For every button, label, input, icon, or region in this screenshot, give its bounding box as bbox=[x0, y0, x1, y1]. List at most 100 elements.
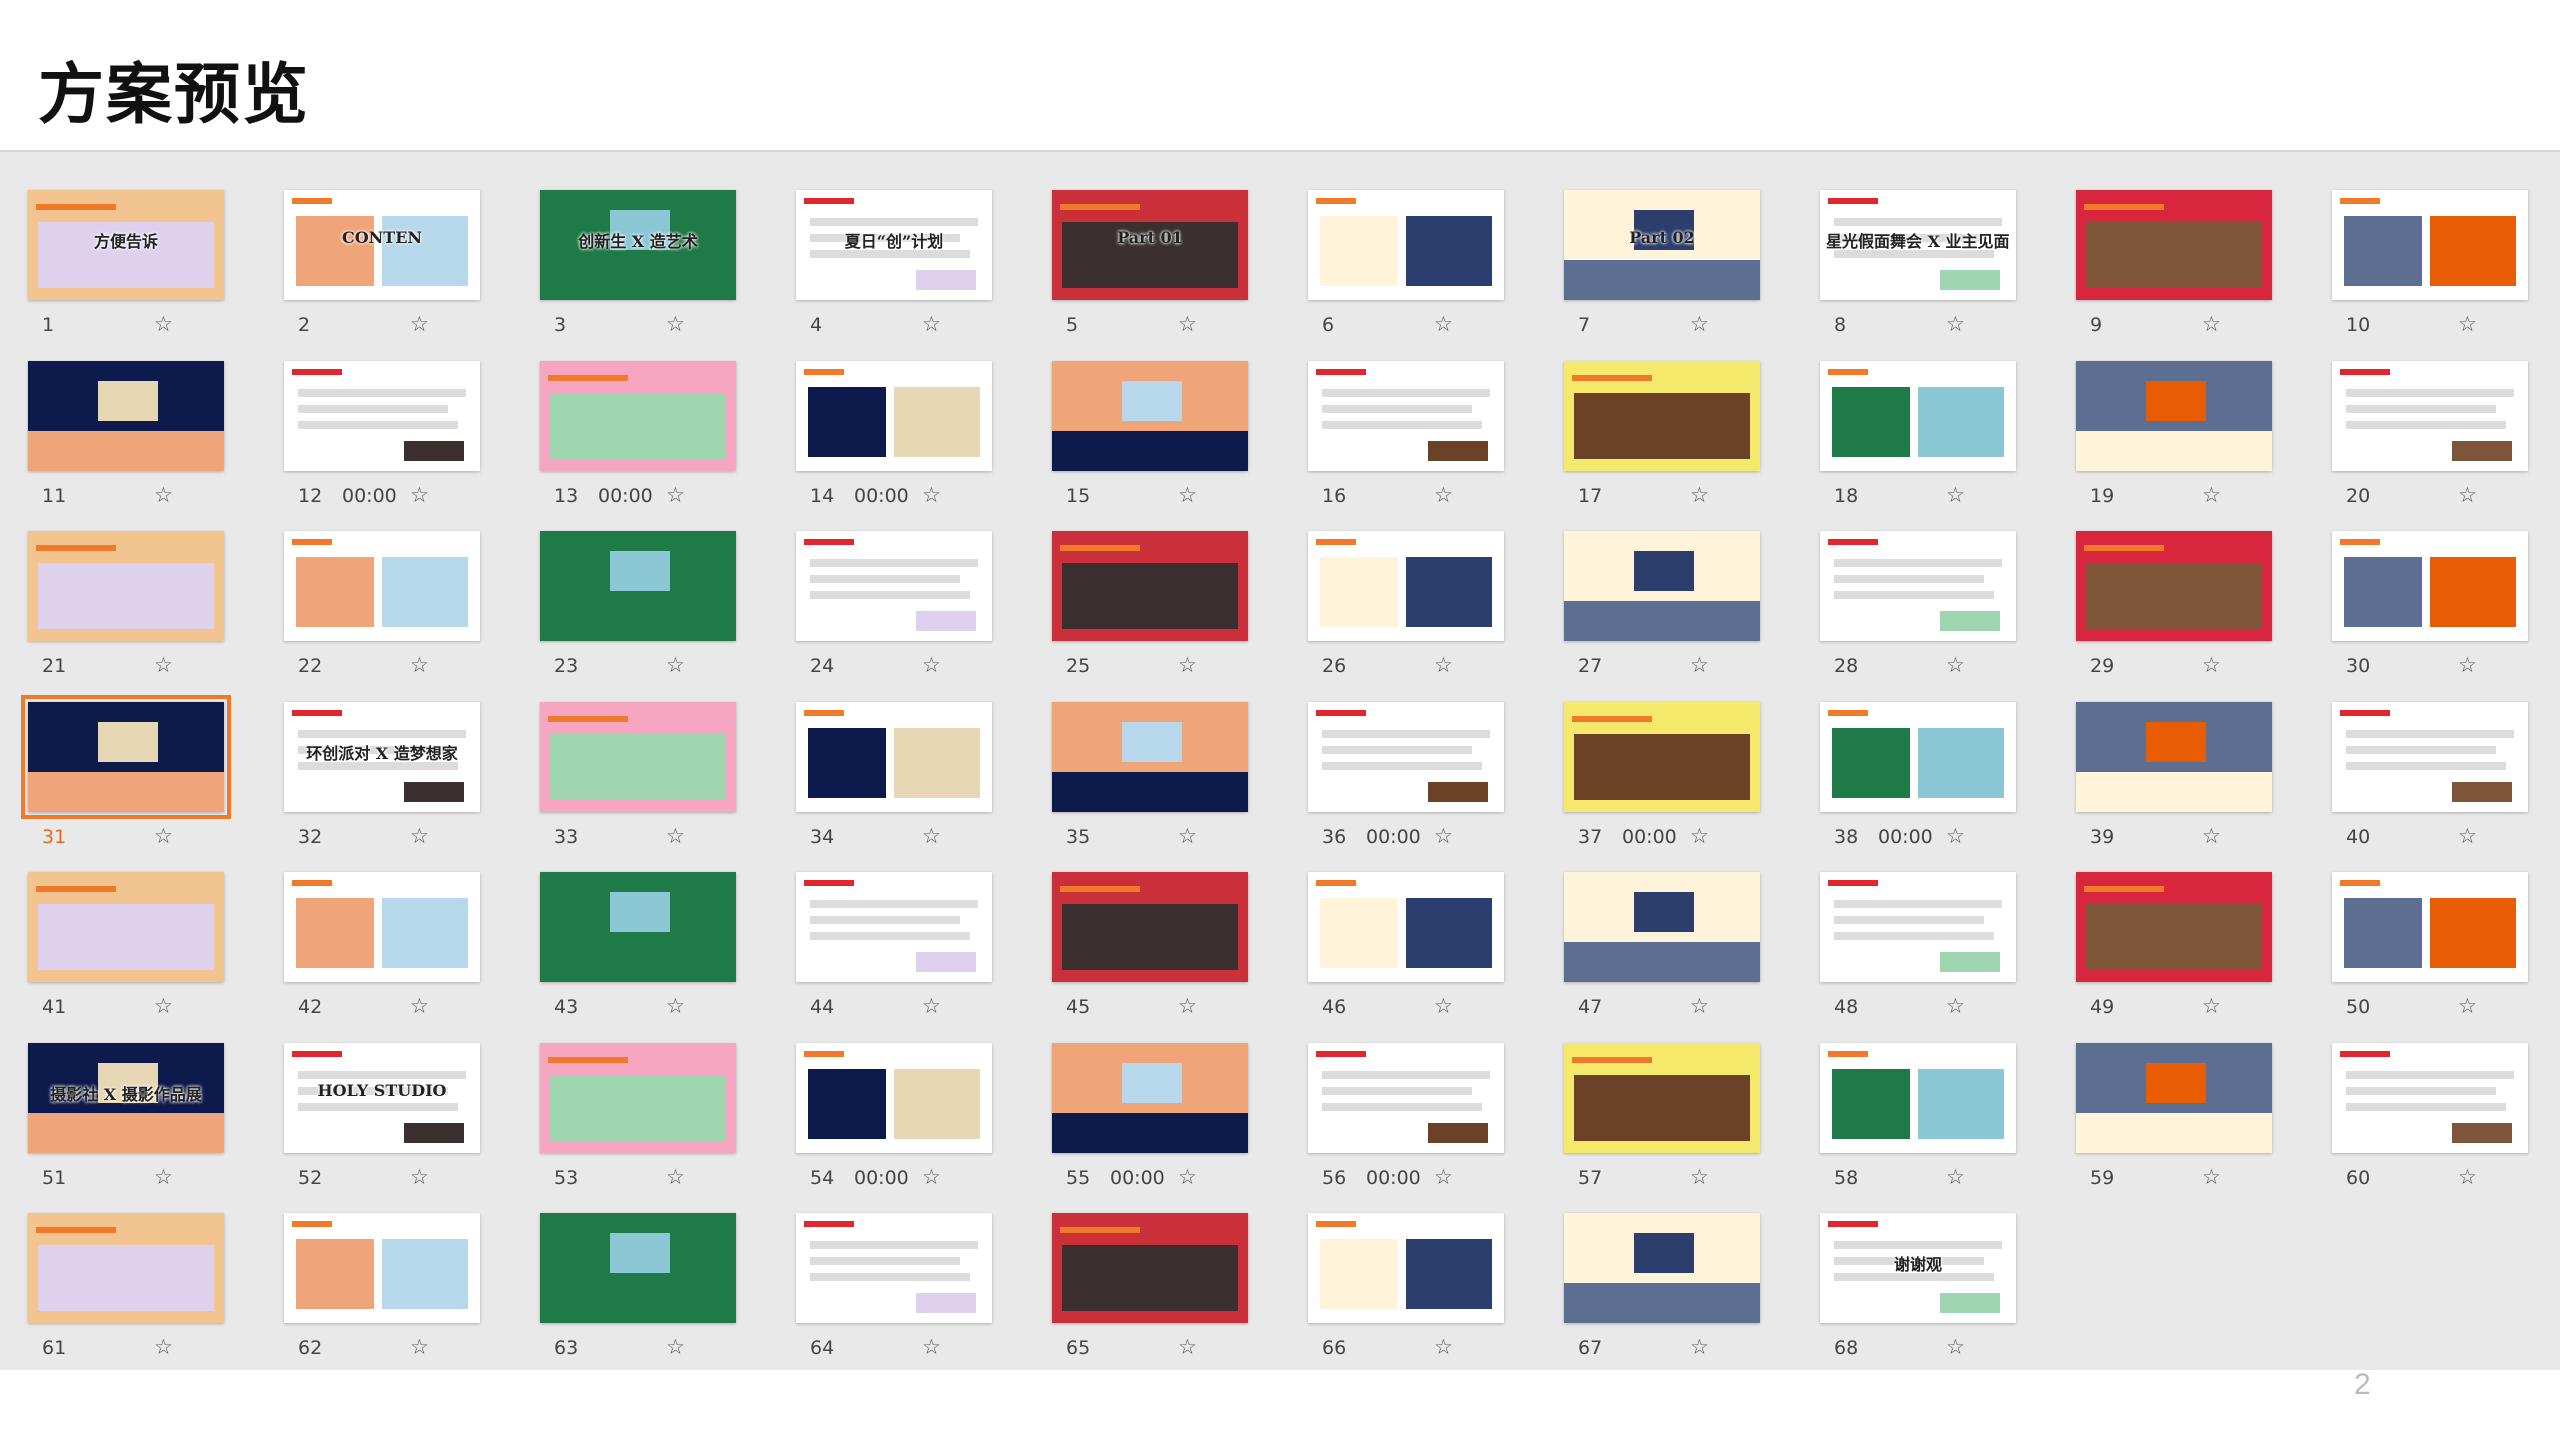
slide-preview[interactable] bbox=[2076, 190, 2272, 300]
slide-thumbnail-55[interactable]: 55 00:00 ☆ bbox=[1052, 1042, 1248, 1193]
animation-star-icon[interactable]: ☆ bbox=[2458, 994, 2477, 1018]
slide-preview[interactable] bbox=[1820, 360, 2016, 471]
slide-preview[interactable] bbox=[1564, 1042, 1760, 1153]
slide-thumbnail-52[interactable]: HOLY STUDIO 52 ☆ bbox=[284, 1042, 480, 1193]
slide-thumbnail-23[interactable]: 23 ☆ bbox=[540, 531, 736, 681]
animation-star-icon[interactable]: ☆ bbox=[1434, 824, 1453, 848]
slide-thumbnail-68[interactable]: 谢谢观 68 ☆ bbox=[1820, 1213, 2016, 1363]
slide-preview[interactable] bbox=[1308, 190, 1504, 300]
animation-star-icon[interactable]: ☆ bbox=[1434, 1335, 1453, 1359]
animation-star-icon[interactable]: ☆ bbox=[1434, 653, 1453, 677]
slide-preview[interactable] bbox=[1308, 1042, 1504, 1153]
slide-thumbnail-13[interactable]: 13 00:00 ☆ bbox=[540, 360, 736, 511]
slide-preview[interactable] bbox=[1052, 701, 1248, 812]
slide-thumbnail-34[interactable]: 34 ☆ bbox=[796, 701, 992, 852]
slide-thumbnail-60[interactable]: 60 ☆ bbox=[2332, 1042, 2528, 1193]
slide-preview[interactable] bbox=[2076, 360, 2272, 471]
slide-preview[interactable] bbox=[796, 701, 992, 812]
animation-star-icon[interactable]: ☆ bbox=[2202, 824, 2221, 848]
slide-thumbnail-29[interactable]: 29 ☆ bbox=[2076, 531, 2272, 681]
slide-thumbnail-39[interactable]: 39 ☆ bbox=[2076, 701, 2272, 852]
slide-preview[interactable] bbox=[28, 872, 224, 982]
animation-star-icon[interactable]: ☆ bbox=[922, 653, 941, 677]
animation-star-icon[interactable]: ☆ bbox=[1434, 1165, 1453, 1189]
slide-thumbnail-27[interactable]: 27 ☆ bbox=[1564, 531, 1760, 681]
slide-thumbnail-43[interactable]: 43 ☆ bbox=[540, 872, 736, 1022]
slide-thumbnail-56[interactable]: 56 00:00 ☆ bbox=[1308, 1042, 1504, 1193]
slide-thumbnail-4[interactable]: 夏日“创”计划 4 ☆ bbox=[796, 190, 992, 340]
slide-preview[interactable]: 环创派对 X 造梦想家 bbox=[284, 701, 480, 812]
animation-star-icon[interactable]: ☆ bbox=[2458, 824, 2477, 848]
slide-thumbnail-19[interactable]: 19 ☆ bbox=[2076, 360, 2272, 511]
animation-star-icon[interactable]: ☆ bbox=[1946, 312, 1965, 336]
animation-star-icon[interactable]: ☆ bbox=[1178, 312, 1197, 336]
slide-thumbnail-10[interactable]: 10 ☆ bbox=[2332, 190, 2528, 340]
slide-thumbnail-16[interactable]: 16 ☆ bbox=[1308, 360, 1504, 511]
slide-thumbnail-28[interactable]: 28 ☆ bbox=[1820, 531, 2016, 681]
animation-star-icon[interactable]: ☆ bbox=[410, 653, 429, 677]
slide-thumbnail-42[interactable]: 42 ☆ bbox=[284, 872, 480, 1022]
slide-preview[interactable] bbox=[2332, 872, 2528, 982]
slide-thumbnail-18[interactable]: 18 ☆ bbox=[1820, 360, 2016, 511]
animation-star-icon[interactable]: ☆ bbox=[154, 994, 173, 1018]
slide-thumbnail-58[interactable]: 58 ☆ bbox=[1820, 1042, 2016, 1193]
slide-preview[interactable] bbox=[540, 701, 736, 812]
slide-preview[interactable]: 摄影社 X 摄影作品展 bbox=[28, 1042, 224, 1153]
animation-star-icon[interactable]: ☆ bbox=[1690, 994, 1709, 1018]
slide-thumbnail-21[interactable]: 21 ☆ bbox=[28, 531, 224, 681]
slide-preview[interactable] bbox=[2332, 531, 2528, 641]
animation-star-icon[interactable]: ☆ bbox=[1434, 994, 1453, 1018]
animation-star-icon[interactable]: ☆ bbox=[922, 483, 941, 507]
slide-thumbnail-12[interactable]: 12 00:00 ☆ bbox=[284, 360, 480, 511]
slide-thumbnail-36[interactable]: 36 00:00 ☆ bbox=[1308, 701, 1504, 852]
animation-star-icon[interactable]: ☆ bbox=[922, 994, 941, 1018]
animation-star-icon[interactable]: ☆ bbox=[1690, 824, 1709, 848]
slide-preview[interactable]: 夏日“创”计划 bbox=[796, 190, 992, 300]
slide-preview[interactable] bbox=[540, 531, 736, 641]
slide-thumbnail-30[interactable]: 30 ☆ bbox=[2332, 531, 2528, 681]
slide-thumbnail-40[interactable]: 40 ☆ bbox=[2332, 701, 2528, 852]
slide-preview[interactable]: Part 01 bbox=[1052, 190, 1248, 300]
animation-star-icon[interactable]: ☆ bbox=[1946, 994, 1965, 1018]
animation-star-icon[interactable]: ☆ bbox=[410, 312, 429, 336]
animation-star-icon[interactable]: ☆ bbox=[922, 1335, 941, 1359]
animation-star-icon[interactable]: ☆ bbox=[2458, 1165, 2477, 1189]
animation-star-icon[interactable]: ☆ bbox=[2458, 653, 2477, 677]
slide-preview[interactable]: 谢谢观 bbox=[1820, 1213, 2016, 1323]
slide-preview[interactable]: Part 02 bbox=[1564, 190, 1760, 300]
animation-star-icon[interactable]: ☆ bbox=[410, 1335, 429, 1359]
slide-preview[interactable] bbox=[1564, 701, 1760, 812]
slide-preview[interactable] bbox=[1308, 872, 1504, 982]
animation-star-icon[interactable]: ☆ bbox=[154, 824, 173, 848]
animation-star-icon[interactable]: ☆ bbox=[154, 483, 173, 507]
slide-thumbnail-9[interactable]: 9 ☆ bbox=[2076, 190, 2272, 340]
animation-star-icon[interactable]: ☆ bbox=[154, 312, 173, 336]
animation-star-icon[interactable]: ☆ bbox=[2202, 483, 2221, 507]
slide-preview[interactable] bbox=[2332, 701, 2528, 812]
slide-thumbnail-54[interactable]: 54 00:00 ☆ bbox=[796, 1042, 992, 1193]
animation-star-icon[interactable]: ☆ bbox=[1690, 483, 1709, 507]
slide-preview[interactable] bbox=[2076, 701, 2272, 812]
animation-star-icon[interactable]: ☆ bbox=[410, 483, 429, 507]
slide-preview[interactable] bbox=[1564, 531, 1760, 641]
slide-thumbnail-41[interactable]: 41 ☆ bbox=[28, 872, 224, 1022]
slide-thumbnail-48[interactable]: 48 ☆ bbox=[1820, 872, 2016, 1022]
animation-star-icon[interactable]: ☆ bbox=[1946, 1335, 1965, 1359]
slide-thumbnail-49[interactable]: 49 ☆ bbox=[2076, 872, 2272, 1022]
animation-star-icon[interactable]: ☆ bbox=[2202, 653, 2221, 677]
slide-preview[interactable] bbox=[796, 1213, 992, 1323]
slide-preview[interactable] bbox=[540, 360, 736, 471]
animation-star-icon[interactable]: ☆ bbox=[1690, 653, 1709, 677]
slide-preview[interactable] bbox=[28, 531, 224, 641]
animation-star-icon[interactable]: ☆ bbox=[1178, 994, 1197, 1018]
slide-thumbnail-38[interactable]: 38 00:00 ☆ bbox=[1820, 701, 2016, 852]
slide-thumbnail-33[interactable]: 33 ☆ bbox=[540, 701, 736, 852]
slide-thumbnail-11[interactable]: 11 ☆ bbox=[28, 360, 224, 511]
slide-preview[interactable] bbox=[540, 1213, 736, 1323]
slide-preview[interactable]: HOLY STUDIO bbox=[284, 1042, 480, 1153]
animation-star-icon[interactable]: ☆ bbox=[666, 483, 685, 507]
slide-preview[interactable] bbox=[1820, 1042, 2016, 1153]
slide-thumbnail-3[interactable]: 创新生 X 造艺术 3 ☆ bbox=[540, 190, 736, 340]
slide-thumbnail-32[interactable]: 环创派对 X 造梦想家 32 ☆ bbox=[284, 701, 480, 852]
slide-preview[interactable] bbox=[1052, 360, 1248, 471]
